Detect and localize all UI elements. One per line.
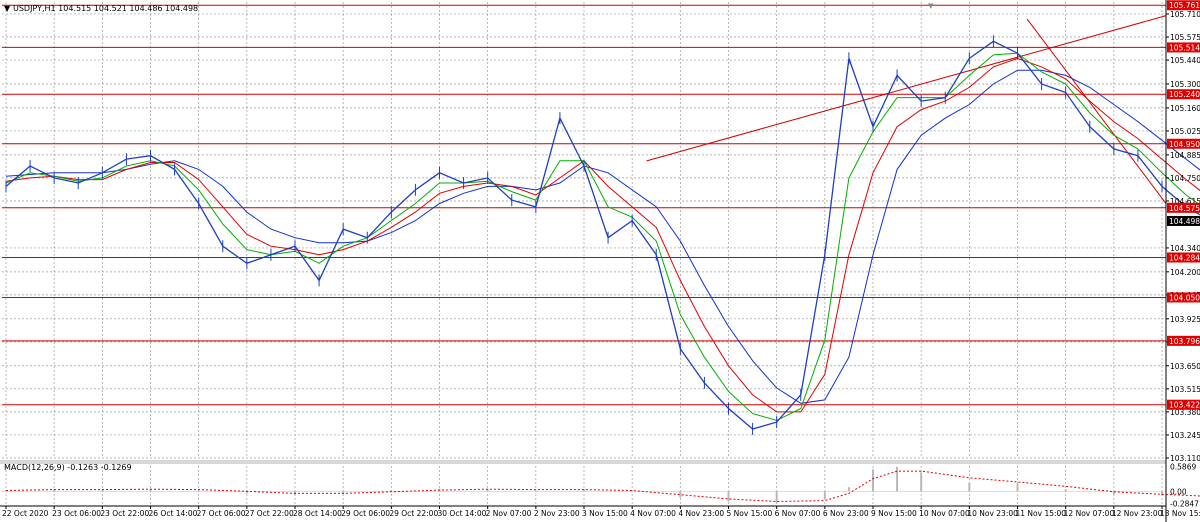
time-axis-label: 6 Nov 07:00 (775, 509, 821, 518)
level-price-tag-label: 105.514 (1169, 43, 1200, 52)
current-price-tag-label: 104.498 (1169, 217, 1200, 226)
time-axis-label: 13 Nov 15:00 (1160, 509, 1200, 518)
time-axis-label: 2 Nov 07:00 (486, 509, 532, 518)
time-axis-label: 23 Oct 22:00 (100, 509, 149, 518)
level-price-tag-label: 104.050 (1169, 293, 1200, 302)
chart-background (0, 0, 1200, 522)
time-axis-label: 23 Oct 06:00 (52, 509, 101, 518)
time-axis-label: 9 Nov 15:00 (871, 509, 917, 518)
symbol-info: USDJPY,H1 104.515 104.521 104.486 104.49… (13, 4, 198, 13)
price-axis-label: 103.925 (1170, 315, 1200, 324)
macd-axis-label: -0.2847 (1170, 499, 1199, 508)
time-axis-label: 27 Oct 06:00 (197, 509, 246, 518)
time-axis-label: 6 Nov 23:00 (823, 509, 869, 518)
time-axis-label: 5 Nov 15:00 (727, 509, 773, 518)
time-axis-label: 26 Oct 14:00 (149, 509, 198, 518)
level-price-tag-label: 104.950 (1169, 140, 1200, 149)
time-axis-label: 4 Nov 23:00 (678, 509, 724, 518)
time-axis-label: 3 Nov 15:00 (582, 509, 628, 518)
time-axis-label: 22 Oct 2020 (2, 509, 49, 518)
chart-shift-marker-icon[interactable]: ▼ (928, 2, 934, 10)
time-axis-label: 10 Nov 07:00 (919, 509, 970, 518)
time-axis-label: 29 Oct 06:00 (341, 509, 390, 518)
price-axis-label: 104.750 (1170, 174, 1200, 183)
price-axis-label: 105.025 (1170, 127, 1200, 136)
time-axis-label: 11 Nov 15:00 (1016, 509, 1067, 518)
time-axis-label: 10 Nov 23:00 (967, 509, 1018, 518)
level-price-tag-label: 105.761 (1169, 1, 1200, 10)
price-axis-label: 103.650 (1170, 362, 1200, 371)
level-price-tag-label: 103.422 (1169, 401, 1200, 410)
level-price-tag-label: 104.284 (1169, 253, 1200, 262)
macd-axis-label: 0.00 (1170, 487, 1187, 496)
macd-axis-label: 0.5869 (1170, 463, 1196, 472)
price-axis-label: 105.440 (1170, 56, 1200, 65)
level-price-tag-label: 105.240 (1169, 90, 1200, 99)
time-axis-label: 28 Oct 14:00 (293, 509, 342, 518)
price-axis-label: 105.575 (1170, 33, 1200, 42)
time-axis-label: 2 Nov 23:00 (534, 509, 580, 518)
time-axis-label: 12 Nov 23:00 (1112, 509, 1163, 518)
price-axis-label: 105.710 (1170, 10, 1200, 19)
price-axis-label: 104.200 (1170, 268, 1200, 277)
chart-root: 105.710 105.575 105.440 105.300 105.160 105.0… (0, 0, 1200, 522)
time-axis-label: 12 Nov 07:00 (1064, 509, 1115, 518)
level-price-tag-label: 103.796 (1169, 337, 1200, 346)
pane-splitter[interactable] (0, 460, 1200, 464)
macd-info: MACD(12,26,9) -0.1263 -0.1269 (4, 463, 132, 472)
dropdown-arrow-icon[interactable]: ▼ (4, 4, 11, 13)
level-price-tag-label: 104.575 (1169, 204, 1200, 213)
price-axis-label: 104.340 (1170, 244, 1200, 253)
price-axis-label: 104.885 (1170, 151, 1200, 160)
time-axis-label: 4 Nov 07:00 (630, 509, 676, 518)
price-axis-label: 103.245 (1170, 431, 1200, 440)
time-axis-label: 29 Oct 22:00 (389, 509, 438, 518)
price-axis-label: 103.515 (1170, 385, 1200, 394)
time-axis-label: 30 Oct 14:00 (438, 509, 487, 518)
price-axis-label: 105.160 (1170, 104, 1200, 113)
price-axis-label: 105.300 (1170, 80, 1200, 89)
time-axis-label: 27 Oct 22:00 (245, 509, 294, 518)
